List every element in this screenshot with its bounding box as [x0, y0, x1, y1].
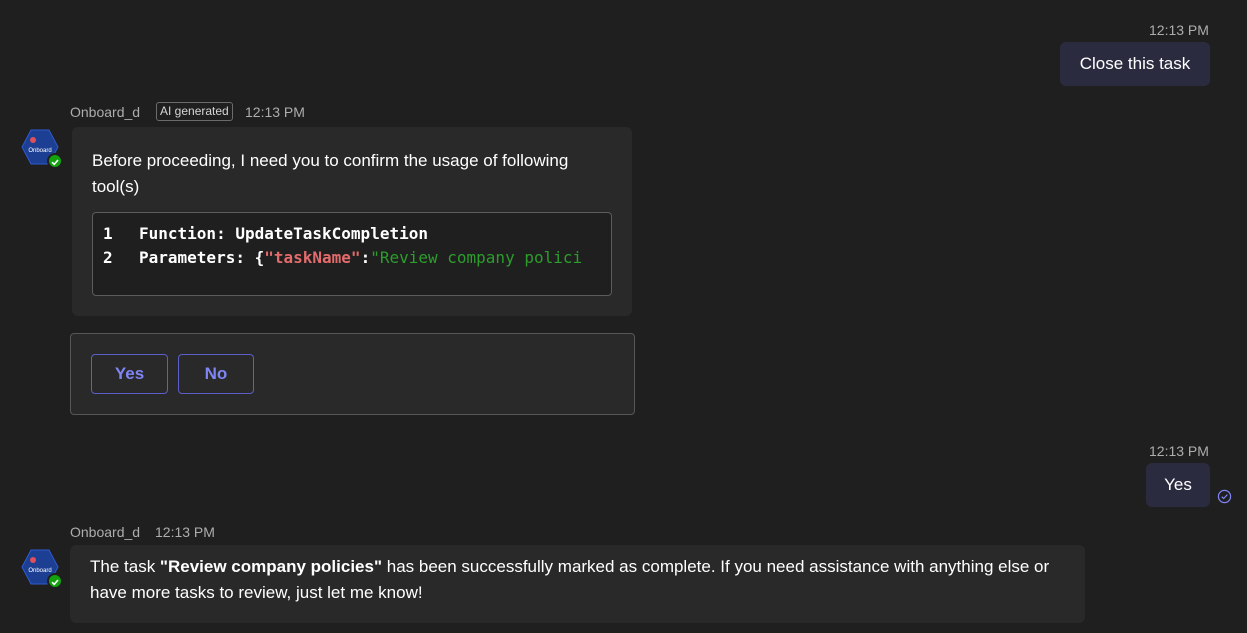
svg-text:Onboard: Onboard	[28, 568, 51, 574]
bot-message-bubble[interactable]: The task "Review company policies" has b…	[70, 545, 1085, 623]
yes-button[interactable]: Yes	[91, 354, 168, 394]
user-message-text: Close this task	[1079, 54, 1191, 73]
presence-available-icon	[47, 153, 63, 169]
bot-message-text: The task "Review company policies" has b…	[90, 554, 1070, 606]
user-message-timestamp: 12:13 PM	[1149, 443, 1209, 459]
message-seen-icon	[1217, 489, 1232, 509]
task-name: "Review company policies"	[159, 557, 383, 576]
code-line-2: 2 Parameters: {"taskName":"Review company…	[103, 246, 582, 270]
sender-name[interactable]: Onboard_d	[70, 524, 140, 540]
code-value: "Review company polici	[370, 248, 583, 267]
presence-available-icon	[47, 573, 63, 589]
line-number: 1	[103, 224, 113, 243]
bot-message-bubble[interactable]: Before proceeding, I need you to confirm…	[72, 127, 632, 316]
bot-message-timestamp: 12:13 PM	[155, 524, 215, 540]
user-message-text: Yes	[1164, 475, 1192, 494]
code-label: Parameters: {	[139, 248, 265, 267]
sender-name[interactable]: Onboard_d	[70, 104, 140, 120]
text-before: The task	[90, 557, 160, 576]
svg-text:Onboard: Onboard	[28, 148, 51, 154]
ai-generated-badge: AI generated	[156, 102, 233, 121]
bot-message-text: Before proceeding, I need you to confirm…	[92, 151, 569, 196]
confirmation-card: Yes No	[70, 333, 635, 415]
code-text: Function: UpdateTaskCompletion	[139, 224, 428, 243]
user-message-bubble[interactable]: Yes	[1146, 463, 1210, 507]
bot-message-timestamp: 12:13 PM	[245, 104, 305, 120]
bot-avatar[interactable]: Onboard	[21, 128, 63, 169]
code-block[interactable]: 1 Function: UpdateTaskCompletion 2 Paramet…	[92, 212, 612, 296]
no-button[interactable]: No	[178, 354, 254, 394]
user-message-timestamp: 12:13 PM	[1149, 22, 1209, 38]
user-message-bubble[interactable]: Close this task	[1060, 42, 1210, 86]
bot-avatar[interactable]: Onboard	[21, 548, 63, 589]
code-key: "taskName"	[264, 248, 361, 267]
code-line-1: 1 Function: UpdateTaskCompletion	[103, 222, 428, 246]
code-colon: :	[360, 248, 371, 267]
line-number: 2	[103, 248, 113, 267]
